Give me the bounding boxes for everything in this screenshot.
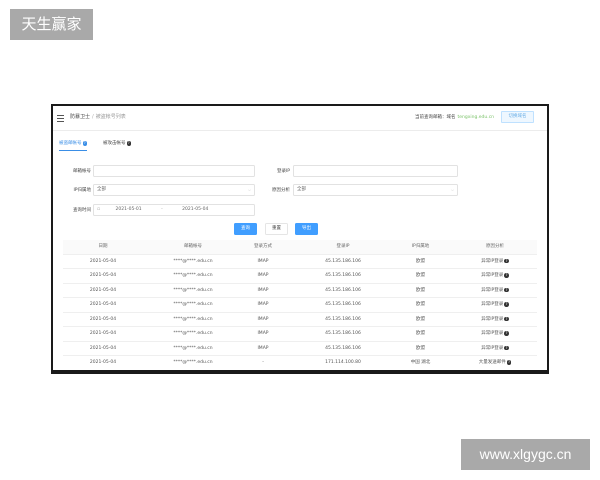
tab-attacked-accounts[interactable]: 被攻击帐号? (103, 140, 131, 151)
help-icon[interactable]: ? (504, 316, 509, 321)
cell-login-method: IMAP (257, 331, 269, 336)
cell-analysis: 异常IP登录? (481, 258, 509, 264)
cell-login-method: IMAP (257, 302, 269, 307)
table-row: 2021-05-04 ****@****.edu.cn IMAP 45.135.186… (63, 255, 537, 269)
help-icon[interactable]: ? (504, 287, 509, 292)
cell-mailbox: ****@****.edu.cn (173, 258, 213, 264)
tab-label: 被盗邮帐号 (59, 141, 82, 146)
cell-mailbox: ****@****.edu.cn (173, 331, 213, 336)
analysis-select[interactable]: 全部 ⌵ (293, 184, 458, 196)
export-button[interactable]: 导出 (295, 223, 318, 235)
switch-domain-button[interactable]: 切换域名 (501, 111, 534, 123)
cell-mailbox: ****@****.edu.cn (173, 345, 213, 351)
table-row: 2021-05-04 ****@****.edu.cn IMAP 45.135.186… (63, 342, 537, 356)
help-icon[interactable]: ? (506, 360, 512, 365)
cell-login-method: IMAP (257, 316, 269, 322)
cell-mailbox: ****@****.edu.cn (173, 302, 213, 307)
table-row: 2021-05-04 ****@****.edu.cn IMAP 45.135.186… (63, 327, 537, 342)
cell-date: 2021-05-04 (89, 287, 117, 293)
tab-label: 被攻击帐号 (103, 141, 126, 146)
help-icon[interactable]: ? (504, 345, 509, 350)
calendar-icon: ▫ (97, 207, 101, 212)
cell-login-method: IMAP (257, 273, 269, 278)
cell-analysis: 异常IP登录? (481, 316, 509, 322)
cell-login-method: - (262, 360, 264, 365)
cell-date: 2021-05-04 (89, 331, 117, 336)
cell-login-method: IMAP (257, 345, 269, 351)
date-separator: - (161, 207, 163, 212)
header-mailbox: 邮箱帐号 (184, 244, 202, 249)
cell-mailbox: ****@****.edu.cn (173, 273, 213, 278)
cell-login-method: IMAP (257, 287, 269, 293)
table-row: 2021-05-04 ****@****.edu.cn -171.114.100.8… (63, 356, 537, 370)
cell-date: 2021-05-04 (89, 302, 117, 307)
tab-stolen-accounts[interactable]: 被盗邮帐号? (59, 140, 87, 151)
breadcrumb-separator: / (92, 114, 94, 120)
cell-date: 2021-05-04 (89, 360, 117, 365)
table-row: 2021-05-04 ****@****.edu.cn IMAP 45.135.186… (63, 284, 537, 298)
table-row: 2021-05-04 ****@****.edu.cn IMAP 45.135.186… (63, 298, 537, 313)
cell-login-method: IMAP (257, 258, 269, 264)
mailbox-label: 邮箱帐号 (73, 169, 91, 174)
results-table: 日期 邮箱帐号 登录方式 登录IP IP归属地 原因分析 2021-05-04 *… (63, 240, 537, 370)
breadcrumb-root[interactable]: 防暴卫士 (70, 114, 90, 120)
cell-date: 2021-05-04 (89, 258, 117, 264)
table-row: 2021-05-04 ****@****.edu.cn IMAP 45.135.186… (63, 269, 537, 284)
cell-mailbox: ****@****.edu.cn (173, 287, 213, 293)
table-row: 2021-05-04 ****@****.edu.cn IMAP 45.135.186… (63, 313, 537, 327)
help-icon[interactable]: ? (126, 141, 131, 146)
header-analysis: 原因分析 (486, 244, 504, 249)
login-ip-input[interactable] (293, 165, 458, 177)
login-ip-label: 登录IP (276, 169, 290, 174)
watermark-bottom: www.xlgygc.cn (461, 439, 590, 470)
help-icon[interactable]: ? (504, 331, 509, 336)
ip-region-label: IP归属地 (73, 188, 91, 193)
help-icon[interactable]: ? (504, 258, 509, 263)
app-screen: 防暴卫士 / 被盗帐号列表 当前查询邮箱：域名 tengxing.edu.cn 切换域… (53, 106, 547, 370)
cell-mailbox: ****@****.edu.cn (173, 316, 213, 322)
date-range-picker[interactable]: ▫ 2021-05-01 - 2021-05-04 (93, 204, 255, 216)
help-icon[interactable]: ? (82, 141, 87, 146)
current-domain: 当前查询邮箱：域名 tengxing.edu.cn (415, 114, 494, 120)
current-domain-value: tengxing.edu.cn (457, 115, 495, 120)
query-button[interactable]: 查询 (234, 223, 257, 235)
cell-date: 2021-05-04 (89, 316, 117, 322)
help-icon[interactable]: ? (504, 302, 509, 307)
cell-analysis: 异常IP登录? (481, 302, 509, 307)
cell-analysis: 异常IP登录? (481, 287, 509, 293)
table-header: 日期 邮箱帐号 登录方式 登录IP IP归属地 原因分析 (63, 240, 537, 255)
breadcrumb: 防暴卫士 / 被盗帐号列表 (70, 113, 126, 120)
header-date: 日期 (98, 244, 108, 249)
ip-region-select[interactable]: 全部 ⌵ (93, 184, 255, 196)
chevron-down-icon: ⌵ (247, 187, 251, 192)
help-icon[interactable]: ? (504, 273, 509, 278)
cell-analysis: 异常IP登录? (481, 273, 509, 278)
screenshot-frame: 防暴卫士 / 被盗帐号列表 当前查询邮箱：域名 tengxing.edu.cn 切换域… (51, 104, 549, 374)
breadcrumb-current: 被盗帐号列表 (95, 114, 126, 120)
top-bar: 防暴卫士 / 被盗帐号列表 当前查询邮箱：域名 tengxing.edu.cn 切换域… (53, 106, 547, 131)
table-body: 2021-05-04 ****@****.edu.cn IMAP 45.135.186… (63, 255, 537, 370)
cell-analysis: 异常IP登录? (481, 345, 509, 351)
hamburger-menu-icon[interactable] (57, 115, 64, 123)
query-time-label: 查询时间 (73, 208, 91, 213)
cell-mailbox: ****@****.edu.cn (173, 360, 213, 365)
reset-button[interactable]: 重置 (265, 223, 288, 235)
cell-date: 2021-05-04 (89, 345, 117, 351)
cell-date: 2021-05-04 (89, 273, 117, 278)
watermark-top: 天生赢家 (10, 9, 93, 40)
current-domain-label: 当前查询邮箱：域名 (415, 115, 456, 120)
analysis-label: 原因分析 (272, 188, 290, 193)
mailbox-input[interactable] (93, 165, 255, 177)
date-end: 2021-05-04 (182, 207, 209, 212)
cell-analysis: 异常IP登录? (481, 331, 509, 336)
cell-analysis: 大量发送邮件? (478, 360, 512, 365)
header-login-method: 登录方式 (254, 244, 272, 249)
date-start: 2021-05-01 (115, 207, 142, 212)
chevron-down-icon: ⌵ (450, 187, 454, 192)
